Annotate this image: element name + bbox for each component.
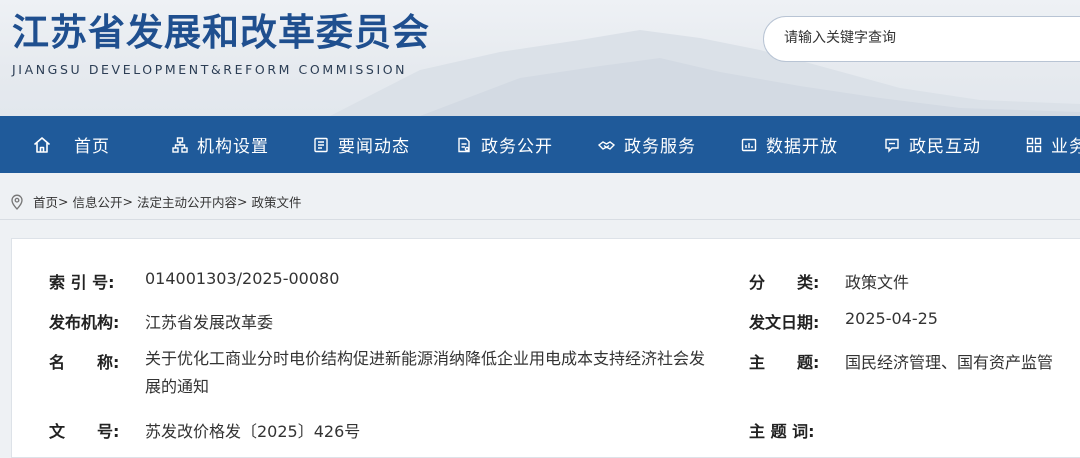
org-chart-icon	[172, 136, 188, 153]
index-value: 014001303/2025-00080	[145, 269, 340, 288]
nav-label: 业务	[1051, 137, 1080, 157]
nav-item-news[interactable]: 要闻动态	[313, 116, 410, 173]
location-pin-icon	[11, 194, 23, 210]
date-label: 发文日期:	[749, 313, 820, 332]
keywords-label: 主 题 词:	[749, 422, 815, 441]
data-icon	[741, 138, 757, 151]
nav-label: 要闻动态	[338, 137, 410, 157]
date-value: 2025-04-25	[845, 309, 938, 328]
site-subtitle: JIANGSU DEVELOPMENT&REFORM COMMISSION	[12, 62, 408, 77]
docno-value: 苏发改价格发〔2025〕426号	[145, 422, 361, 441]
search-box[interactable]	[763, 16, 1080, 62]
nav-item-gov-affairs[interactable]: 政务公开	[456, 116, 553, 173]
category-value: 政策文件	[845, 273, 910, 292]
chat-icon	[885, 138, 899, 153]
breadcrumb-policy-docs[interactable]: 政策文件	[251, 192, 301, 211]
news-icon	[314, 137, 328, 152]
nav-item-org[interactable]: 机构设置	[172, 116, 269, 173]
topic-label: 主 题:	[749, 353, 820, 372]
nav-label: 政务服务	[624, 137, 696, 157]
grid-icon	[1026, 137, 1042, 152]
publisher-label: 发布机构:	[49, 313, 120, 332]
nav-label: 政民互动	[909, 137, 981, 157]
breadcrumb-statutory[interactable]: 法定主动公开内容	[137, 192, 237, 211]
breadcrumb-separator: >	[122, 194, 133, 209]
breadcrumb-separator: >	[236, 194, 248, 209]
breadcrumb-home[interactable]: 首页	[33, 192, 58, 211]
home-icon	[33, 136, 51, 153]
index-label: 索 引 号:	[49, 273, 115, 292]
search-input[interactable]	[782, 29, 1066, 47]
nav-label: 数据开放	[766, 137, 838, 157]
nav-label: 政务公开	[481, 137, 553, 157]
nav-label: 机构设置	[197, 137, 269, 157]
name-label: 名 称:	[49, 353, 120, 372]
nav-item-gov-service[interactable]: 政务服务	[598, 116, 696, 173]
main-nav: 首页 机构设置 要闻动态 政务公开 政务服务 数据开放 政民互动 业务	[0, 116, 1080, 173]
breadcrumb-separator: >	[58, 194, 69, 209]
nav-item-open-data[interactable]: 数据开放	[741, 116, 838, 173]
category-label: 分 类:	[749, 273, 820, 292]
docno-label: 文 号:	[49, 422, 120, 441]
site-title[interactable]: 江苏省发展和改革委员会	[12, 2, 430, 56]
site-header: 江苏省发展和改革委员会 JIANGSU DEVELOPMENT&REFORM C…	[0, 0, 1080, 116]
service-icon	[598, 140, 615, 150]
document-icon	[458, 137, 470, 152]
nav-item-business[interactable]: 业务	[1026, 116, 1080, 173]
nav-item-interaction[interactable]: 政民互动	[884, 116, 981, 173]
nav-label: 首页	[74, 137, 110, 157]
nav-item-home[interactable]: 首页	[32, 116, 110, 173]
publisher-value: 江苏省发展改革委	[145, 313, 274, 332]
breadcrumb-info-open[interactable]: 信息公开	[72, 192, 122, 211]
name-value: 关于优化工商业分时电价结构促进新能源消纳降低企业用电成本支持经济社会发展的通知	[145, 349, 706, 396]
topic-value: 国民经济管理、国有资产监管	[845, 353, 1054, 372]
document-meta-card: 索 引 号: 014001303/2025-00080 发布机构: 江苏省发展改…	[11, 238, 1080, 458]
divider	[0, 219, 1080, 220]
breadcrumb: 首页 > 信息公开 > 法定主动公开内容 > 政策文件	[10, 192, 301, 211]
